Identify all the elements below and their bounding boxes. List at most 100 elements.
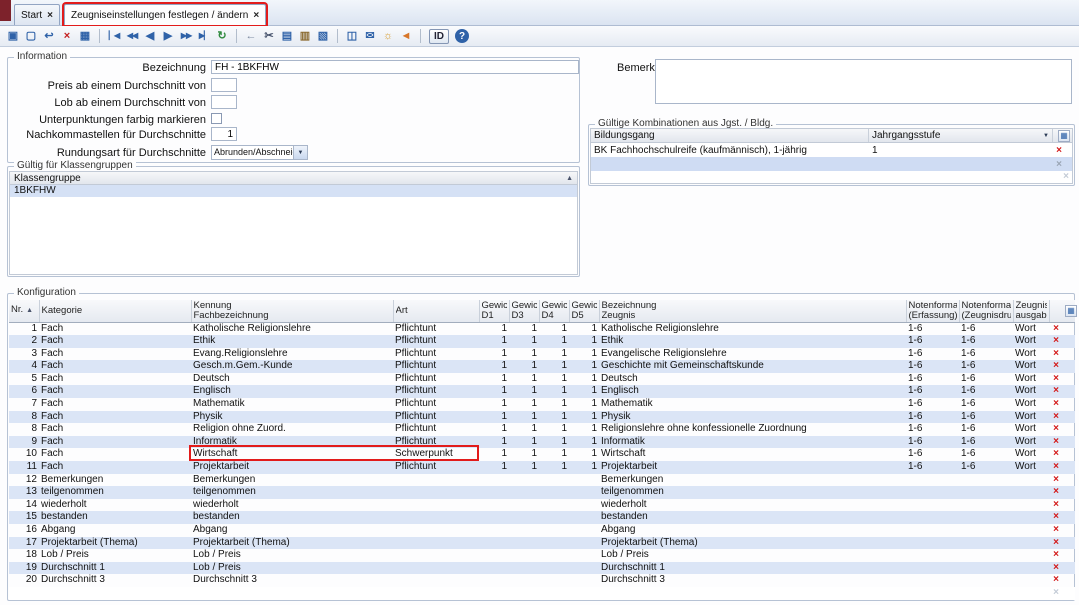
new-row[interactable]: ×: [9, 587, 1075, 600]
help-icon[interactable]: ?: [455, 29, 469, 43]
konfiguration-row[interactable]: 20Durchschnitt 3Durchschnitt 3Durchschni…: [9, 574, 1075, 587]
konfiguration-row[interactable]: 19Durchschnitt 1Lob / PreisDurchschnitt …: [9, 562, 1075, 575]
delete-row-icon[interactable]: ×: [1053, 348, 1059, 359]
print-icon[interactable]: ◫: [344, 28, 360, 44]
column-header-bildungsgang[interactable]: Bildungsgang: [591, 129, 869, 142]
delete-row-icon[interactable]: ×: [1053, 436, 1059, 447]
save-icon[interactable]: ▣: [5, 28, 21, 44]
kombination-row[interactable]: ×: [591, 157, 1072, 171]
konfiguration-row[interactable]: 4FachGesch.m.Gem.-KundePflichtunt1111Ges…: [9, 360, 1075, 373]
delete-row-icon[interactable]: ×: [1053, 524, 1059, 535]
konfiguration-row[interactable]: 8FachReligion ohne Zuord.Pflichtunt1111R…: [9, 423, 1075, 436]
column-header[interactable]: GewichtD4: [539, 300, 569, 322]
first-record-icon[interactable]: ▏◀: [106, 28, 122, 44]
next-record-icon[interactable]: ▶: [160, 28, 176, 44]
preis-input[interactable]: [211, 78, 237, 92]
konfiguration-row[interactable]: 9FachInformatikPflichtunt1111Informatik1…: [9, 436, 1075, 449]
copy-icon[interactable]: ▤: [279, 28, 295, 44]
dropdown-arrow-icon[interactable]: ▼: [293, 146, 307, 159]
konfiguration-row[interactable]: 7FachMathematikPflichtunt1111Mathematik1…: [9, 398, 1075, 411]
konfiguration-row[interactable]: 17Projektarbeit (Thema)Projektarbeit (Th…: [9, 537, 1075, 550]
column-header[interactable]: GewichtD1: [479, 300, 509, 322]
delete-row-icon[interactable]: ×: [1053, 373, 1059, 384]
select-table-icon[interactable]: ▧: [315, 28, 331, 44]
column-chooser[interactable]: ▦: [1063, 300, 1075, 322]
id-button[interactable]: ID: [429, 29, 449, 44]
paste-icon[interactable]: ▥: [297, 28, 313, 44]
hint-icon[interactable]: ☼: [380, 28, 396, 44]
delete-row-icon[interactable]: ×: [1053, 398, 1059, 409]
column-chooser[interactable]: ▦: [1053, 129, 1072, 142]
delete-row-icon[interactable]: ×: [1053, 499, 1059, 510]
konfiguration-row[interactable]: 16AbgangAbgangAbgang×: [9, 524, 1075, 537]
column-header[interactable]: Nr.▲: [9, 300, 39, 322]
konfiguration-row[interactable]: 15bestandenbestandenbestanden×: [9, 511, 1075, 524]
delete-row-icon[interactable]: ×: [1053, 549, 1059, 560]
delete-row-icon[interactable]: ×: [1053, 360, 1059, 371]
delete-row-icon[interactable]: ×: [1053, 574, 1059, 585]
column-header[interactable]: Kategorie: [39, 300, 191, 322]
dropdown-arrow-icon[interactable]: ▼: [1043, 133, 1049, 139]
column-header[interactable]: Notenformat(Erfassung): [906, 300, 959, 322]
fast-rewind-icon[interactable]: ◀◀: [124, 28, 140, 44]
unterpunktungen-checkbox[interactable]: [211, 113, 222, 124]
undo-icon[interactable]: ↩: [41, 28, 57, 44]
refresh-icon[interactable]: ↻: [214, 28, 230, 44]
tab-start[interactable]: Start ×: [14, 4, 60, 25]
delete-icon[interactable]: ×: [59, 28, 75, 44]
announce-icon[interactable]: ◄: [398, 28, 414, 44]
delete-row-icon[interactable]: ×: [1053, 537, 1059, 548]
konfiguration-row[interactable]: 3FachEvang.ReligionslehrePflichtunt1111E…: [9, 348, 1075, 361]
konfiguration-row[interactable]: 10FachWirtschaftSchwerpunkt1111Wirtschaf…: [9, 448, 1075, 461]
fast-forward-icon[interactable]: ▶▶: [178, 28, 194, 44]
delete-row-icon[interactable]: ×: [1053, 385, 1059, 396]
column-header[interactable]: GewichtD5: [569, 300, 599, 322]
previous-record-icon[interactable]: ◀: [142, 28, 158, 44]
bezeichnung-input[interactable]: [211, 60, 579, 74]
column-header[interactable]: Zeugnis-ausgabe: [1013, 300, 1049, 322]
delete-row-icon[interactable]: ×: [1053, 461, 1059, 472]
column-header[interactable]: Notenformat(Zeugnisdruck): [959, 300, 1013, 322]
column-header[interactable]: GewichtD3: [509, 300, 539, 322]
delete-row-icon[interactable]: ×: [1053, 323, 1059, 334]
bemerkung-input[interactable]: [655, 59, 1072, 104]
delete-row-icon[interactable]: ×: [1053, 486, 1059, 497]
delete-row-icon[interactable]: ×: [1053, 159, 1065, 170]
rundungsart-select[interactable]: Abrunden/Abschneiden ▼: [211, 145, 308, 160]
konfiguration-row[interactable]: 6FachEnglischPflichtunt1111Englisch1-61-…: [9, 385, 1075, 398]
column-header[interactable]: Art: [393, 300, 479, 322]
delete-row-icon[interactable]: ×: [1053, 474, 1059, 485]
klassengruppe-column-header[interactable]: Klassengruppe ▲: [10, 172, 577, 185]
konfiguration-row[interactable]: 14wiederholtwiederholtwiederholt×: [9, 499, 1075, 512]
delete-row-icon[interactable]: ×: [1053, 562, 1059, 573]
konfiguration-row[interactable]: 18Lob / PreisLob / PreisLob / Preis×: [9, 549, 1075, 562]
column-header-jahrgangsstufe[interactable]: Jahrgangsstufe ▼: [869, 129, 1053, 142]
konfiguration-row[interactable]: 2FachEthikPflichtunt1111Ethik1-61-6Wort×: [9, 335, 1075, 348]
lob-input[interactable]: [211, 95, 237, 109]
back-icon[interactable]: ←: [243, 28, 259, 44]
comment-icon[interactable]: ✉: [362, 28, 378, 44]
tab-close-icon[interactable]: ×: [47, 10, 53, 21]
konfiguration-row[interactable]: 5FachDeutschPflichtunt1111Deutsch1-61-6W…: [9, 373, 1075, 386]
table-edit-icon[interactable]: ▦: [77, 28, 93, 44]
delete-row-icon[interactable]: ×: [1053, 335, 1059, 346]
konfiguration-row[interactable]: 11FachProjektarbeitPflichtunt1111Projekt…: [9, 461, 1075, 474]
nachkommastellen-input[interactable]: [211, 127, 237, 141]
konfiguration-row[interactable]: 8FachPhysikPflichtunt1111Physik1-61-6Wor…: [9, 411, 1075, 424]
delete-row-icon[interactable]: ×: [1053, 423, 1059, 434]
delete-row-icon[interactable]: ×: [1053, 411, 1059, 422]
konfiguration-row[interactable]: 1FachKatholische ReligionslehrePflichtun…: [9, 322, 1075, 335]
column-header[interactable]: KennungFachbezeichnung: [191, 300, 393, 322]
cut-icon[interactable]: ✂: [261, 28, 277, 44]
tab-zeugniseinstellungen[interactable]: Zeugniseinstellungen festlegen / ändern …: [64, 4, 266, 25]
last-record-icon[interactable]: ▶▏: [196, 28, 212, 44]
konfiguration-row[interactable]: 12BemerkungenBemerkungenBemerkungen×: [9, 474, 1075, 487]
delete-row-icon[interactable]: ×: [1053, 145, 1065, 156]
delete-row-icon[interactable]: ×: [1053, 448, 1059, 459]
kombination-row[interactable]: BK Fachhochschulreife (kaufmännisch), 1-…: [591, 143, 1072, 157]
tab-close-icon[interactable]: ×: [253, 10, 259, 21]
klassengruppe-item[interactable]: 1BKFHW: [10, 185, 577, 197]
delete-row-icon[interactable]: ×: [1053, 511, 1059, 522]
column-header[interactable]: BezeichnungZeugnis: [599, 300, 906, 322]
form-icon[interactable]: ▢: [23, 28, 39, 44]
